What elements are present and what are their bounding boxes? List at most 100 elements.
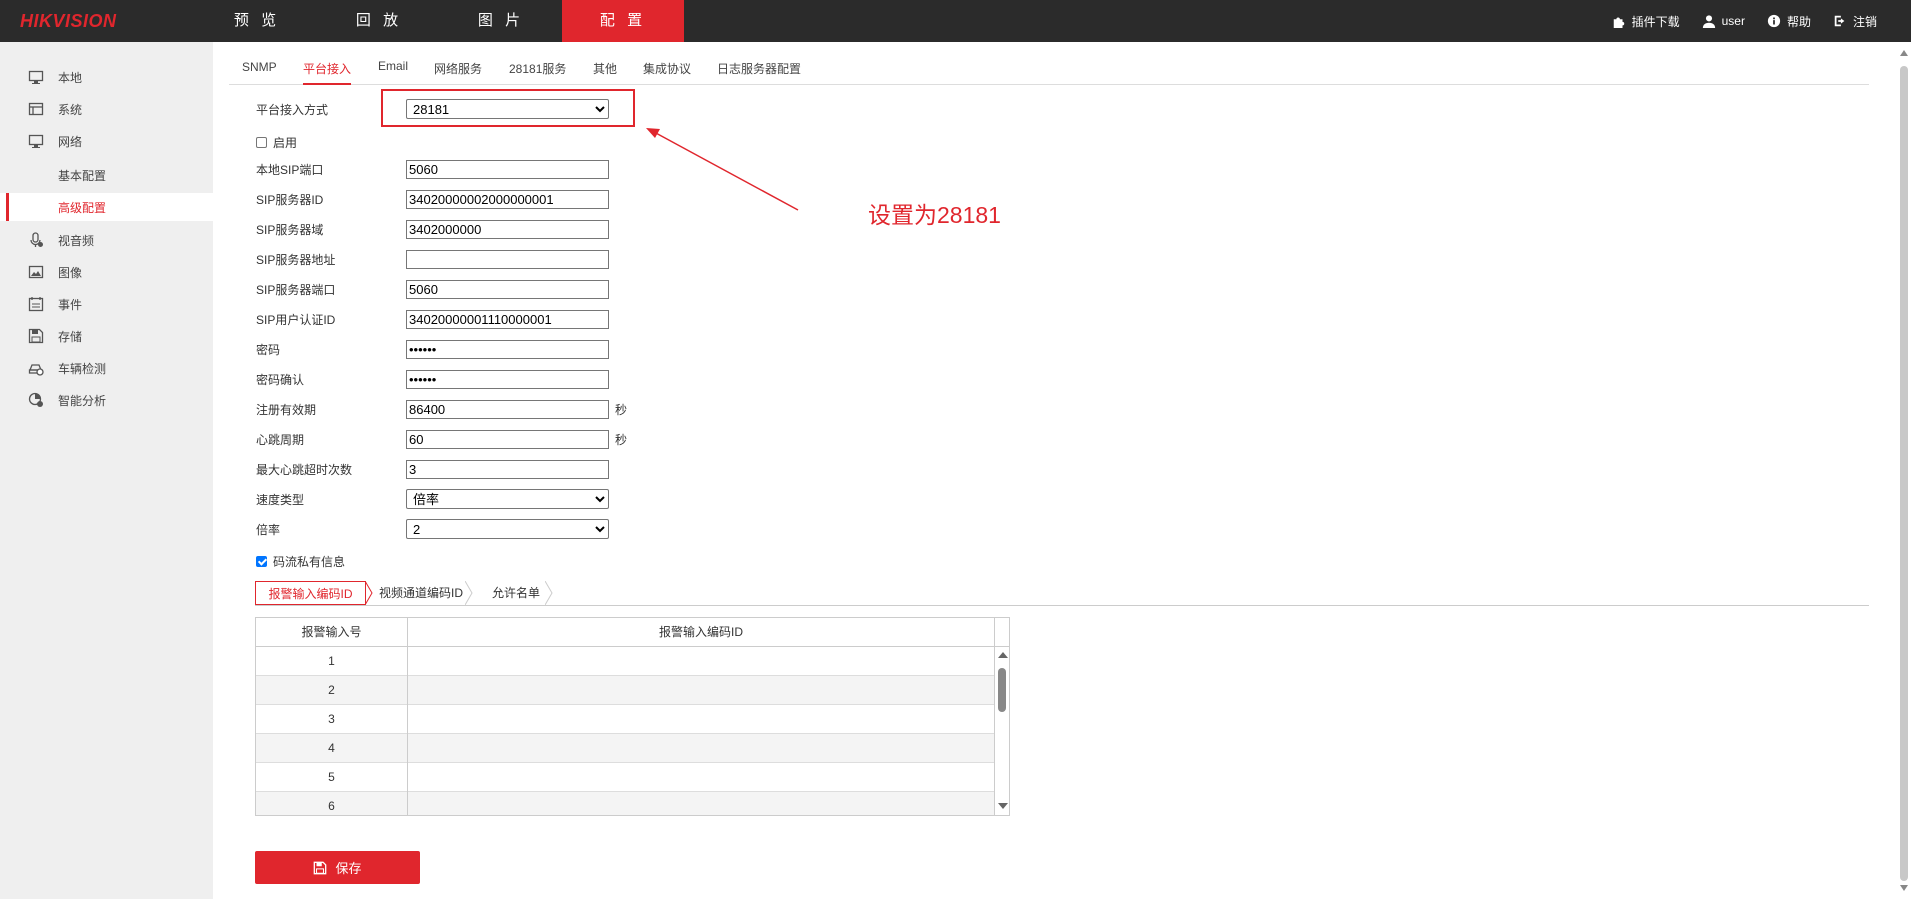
sidebar-item-event[interactable]: 事件 bbox=[0, 290, 213, 318]
sip-server-id-input[interactable] bbox=[406, 189, 609, 209]
plugin-download-link[interactable]: 插件下载 bbox=[1612, 13, 1680, 30]
subtab-allow-list[interactable]: 允许名单 bbox=[492, 581, 540, 605]
subtab-alarm-input-id[interactable]: 报警输入编码ID bbox=[255, 581, 366, 605]
sidebar-item-local[interactable]: 本地 bbox=[0, 63, 213, 91]
nav-playback[interactable]: 回 放 bbox=[318, 0, 440, 42]
help-label: 帮助 bbox=[1786, 14, 1811, 29]
sip-server-domain-row: SIP服务器域 bbox=[256, 219, 609, 239]
tab-platform-access[interactable]: 平台接入 bbox=[303, 60, 352, 85]
top-bar: HIKVISION 预 览 回 放 图 片 配 置 插件下载 user 帮助 注… bbox=[0, 0, 1911, 42]
sip-server-addr-row: SIP服务器地址 bbox=[256, 249, 609, 269]
column-header-alarm-input-code-id: 报警输入编码ID bbox=[658, 625, 743, 639]
scroll-thumb[interactable] bbox=[998, 668, 1006, 712]
logout-link[interactable]: 注销 bbox=[1833, 13, 1877, 30]
sidebar-item-basic-config[interactable]: 基本配置 bbox=[0, 161, 213, 189]
sip-user-id-input[interactable] bbox=[406, 309, 609, 329]
sidebar-item-vehicle-detection[interactable]: 车辆检测 bbox=[0, 354, 213, 382]
sidebar-item-image[interactable]: 图像 bbox=[0, 258, 213, 286]
tab-log-server-config[interactable]: 日志服务器配置 bbox=[717, 60, 801, 83]
nav-preview[interactable]: 预 览 bbox=[196, 0, 318, 42]
rate-label: 倍率 bbox=[256, 522, 281, 537]
local-sip-port-label: 本地SIP端口 bbox=[256, 162, 324, 177]
max-timeout-label: 最大心跳超时次数 bbox=[256, 462, 353, 477]
sidebar-item-label: 视音频 bbox=[58, 233, 95, 248]
rate-select[interactable]: 2 bbox=[406, 519, 609, 539]
max-timeout-input[interactable] bbox=[406, 459, 609, 479]
sip-server-domain-input[interactable] bbox=[406, 219, 609, 239]
user-menu[interactable]: user bbox=[1702, 14, 1745, 28]
sip-server-port-row: SIP服务器端口 bbox=[256, 279, 609, 299]
local-sip-port-row: 本地SIP端口 bbox=[256, 159, 609, 179]
page-scroll-down-icon[interactable] bbox=[1900, 885, 1908, 891]
plugin-download-label: 插件下载 bbox=[1631, 14, 1680, 29]
reg-valid-unit: 秒 bbox=[615, 402, 628, 417]
save-button[interactable]: 保存 bbox=[255, 851, 420, 884]
top-right-menu: 插件下载 user 帮助 注销 bbox=[1612, 0, 1877, 42]
table-row[interactable]: 1 bbox=[256, 647, 994, 676]
table-row[interactable]: 2 bbox=[256, 676, 994, 705]
sidebar-item-advanced-config[interactable]: 高级配置 bbox=[0, 193, 213, 221]
table-cell-no: 1 bbox=[328, 654, 335, 668]
help-link[interactable]: 帮助 bbox=[1767, 13, 1811, 30]
nav-picture[interactable]: 图 片 bbox=[440, 0, 562, 42]
tab-email[interactable]: Email bbox=[378, 59, 408, 79]
password-input[interactable] bbox=[406, 339, 609, 359]
sidebar-item-system[interactable]: 系统 bbox=[0, 95, 213, 123]
sip-server-id-row: SIP服务器ID bbox=[256, 189, 609, 209]
sidebar-item-label: 本地 bbox=[58, 70, 83, 85]
speed-type-select[interactable]: 倍率 bbox=[406, 489, 609, 509]
sidebar-item-label: 车辆检测 bbox=[58, 361, 107, 376]
sip-user-id-row: SIP用户认证ID bbox=[256, 309, 609, 329]
sip-server-addr-input[interactable] bbox=[406, 249, 609, 269]
encoding-subtabs: 报警输入编码ID 视频通道编码ID 允许名单 bbox=[255, 581, 1869, 606]
table-row[interactable]: 6 bbox=[256, 792, 994, 815]
tab-other[interactable]: 其他 bbox=[593, 60, 617, 83]
local-sip-port-input[interactable] bbox=[406, 159, 609, 179]
page-scroll-up-icon[interactable] bbox=[1900, 50, 1908, 56]
sidebar-item-storage[interactable]: 存储 bbox=[0, 322, 213, 350]
sidebar-item-network[interactable]: 网络 bbox=[0, 127, 213, 155]
reg-valid-row: 注册有效期 秒 bbox=[256, 399, 627, 419]
info-icon bbox=[1767, 14, 1781, 28]
highlight-box bbox=[381, 89, 635, 127]
scroll-down-icon[interactable] bbox=[998, 803, 1008, 809]
password-label: 密码 bbox=[256, 342, 281, 357]
reg-valid-input[interactable] bbox=[406, 399, 609, 419]
subtab-video-channel-id[interactable]: 视频通道编码ID bbox=[379, 581, 463, 605]
tab-network-service[interactable]: 网络服务 bbox=[434, 60, 482, 83]
table-row[interactable]: 3 bbox=[256, 705, 994, 734]
stream-private-row: 码流私有信息 bbox=[256, 553, 345, 570]
speed-type-row: 速度类型 倍率 bbox=[256, 489, 609, 509]
password-confirm-input[interactable] bbox=[406, 369, 609, 389]
sidebar-item-label: 图像 bbox=[58, 265, 83, 280]
car-icon bbox=[28, 364, 44, 376]
table-row[interactable]: 5 bbox=[256, 763, 994, 792]
scroll-up-icon[interactable] bbox=[998, 652, 1008, 658]
sip-server-port-input[interactable] bbox=[406, 279, 609, 299]
sidebar-item-label: 高级配置 bbox=[58, 200, 107, 215]
table-row[interactable]: 4 bbox=[256, 734, 994, 763]
heartbeat-input[interactable] bbox=[406, 429, 609, 449]
config-tabs: SNMP 平台接入 Email 网络服务 28181服务 其他 集成协议 日志服… bbox=[229, 54, 1869, 85]
nav-configuration[interactable]: 配 置 bbox=[562, 0, 684, 42]
tab-snmp[interactable]: SNMP bbox=[242, 60, 277, 80]
hikvision-logo: HIKVISION bbox=[20, 11, 117, 31]
stream-private-checkbox[interactable] bbox=[256, 556, 267, 567]
table-scrollbar[interactable] bbox=[994, 646, 1009, 815]
sidebar-item-label: 存储 bbox=[58, 329, 83, 344]
page-scroll-thumb[interactable] bbox=[1900, 66, 1908, 881]
sidebar-item-smart-analysis[interactable]: 智能分析 bbox=[0, 386, 213, 414]
table-header: 报警输入号 报警输入编码ID bbox=[256, 618, 1009, 647]
monitor-icon bbox=[28, 70, 44, 84]
page-scrollbar[interactable] bbox=[1897, 42, 1911, 899]
tab-28181-service[interactable]: 28181服务 bbox=[509, 60, 566, 83]
tab-integration-protocol[interactable]: 集成协议 bbox=[643, 60, 691, 83]
heartbeat-row: 心跳周期 秒 bbox=[256, 429, 627, 449]
enable-checkbox[interactable] bbox=[256, 137, 267, 148]
enable-row: 启用 bbox=[256, 134, 297, 151]
sidebar-item-audio-video[interactable]: 视音频 bbox=[0, 226, 213, 254]
subtab-separator-icon bbox=[365, 581, 373, 605]
image-icon bbox=[28, 265, 44, 279]
max-timeout-row: 最大心跳超时次数 bbox=[256, 459, 609, 479]
table-cell-no: 4 bbox=[328, 741, 335, 755]
